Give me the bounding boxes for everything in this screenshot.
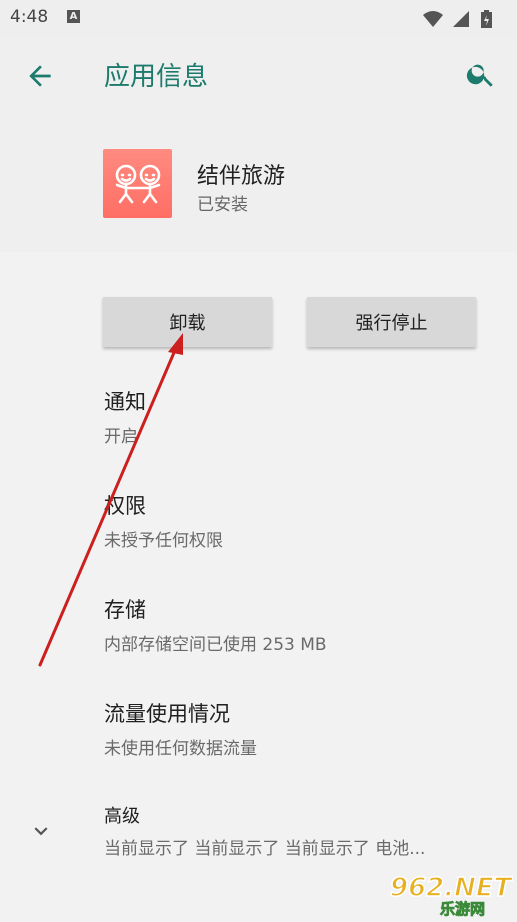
settings-item-subtitle: 未授予任何权限 [104,531,223,551]
app-install-status: 已安装 [197,195,248,215]
uninstall-button[interactable]: 卸载 [103,297,272,347]
settings-item-title: 存储 [104,598,146,622]
settings-item-permissions[interactable]: 权限 未授予任何权限 [104,490,223,551]
status-bar: 4:48 A [0,0,517,36]
watermark-text-bottom: 乐游网 [440,900,485,918]
settings-item-title: 权限 [104,494,146,518]
settings-item-data-usage[interactable]: 流量使用情况 未使用任何数据流量 [104,698,257,759]
back-arrow-icon[interactable] [24,60,56,92]
settings-item-notifications[interactable]: 通知 开启 [104,386,146,447]
settings-item-title: 通知 [104,390,146,414]
watermark-logo: 962.NET 乐游网 [388,868,514,918]
settings-item-subtitle: 内部存储空间已使用 253 MB [104,635,327,655]
status-icons [421,8,507,28]
a-icon: A [67,10,80,23]
settings-item-advanced[interactable]: 高级 当前显示了 当前显示了 当前显示了 电池... [104,802,425,859]
wifi-icon [423,11,443,27]
signal-icon [453,11,469,27]
settings-item-storage[interactable]: 存储 内部存储空间已使用 253 MB [104,594,327,655]
settings-item-subtitle: 未使用任何数据流量 [104,739,257,759]
app-icon [103,149,172,218]
watermark-text-top: 962.NET [390,873,513,903]
chevron-down-icon[interactable] [28,818,54,844]
settings-item-title: 高级 [104,806,140,827]
page-title: 应用信息 [104,62,209,92]
status-time: 4:48 [10,7,49,27]
app-name: 结伴旅游 [197,164,286,189]
app-header: 应用信息 结伴旅游 已安装 [0,36,517,252]
search-icon[interactable] [465,58,497,90]
force-stop-button[interactable]: 强行停止 [307,297,476,347]
settings-item-subtitle: 当前显示了 当前显示了 当前显示了 电池... [104,839,426,859]
settings-item-subtitle: 开启 [104,427,138,447]
battery-icon [481,10,492,28]
settings-item-title: 流量使用情况 [104,702,230,726]
app-logo-figures [115,164,160,203]
